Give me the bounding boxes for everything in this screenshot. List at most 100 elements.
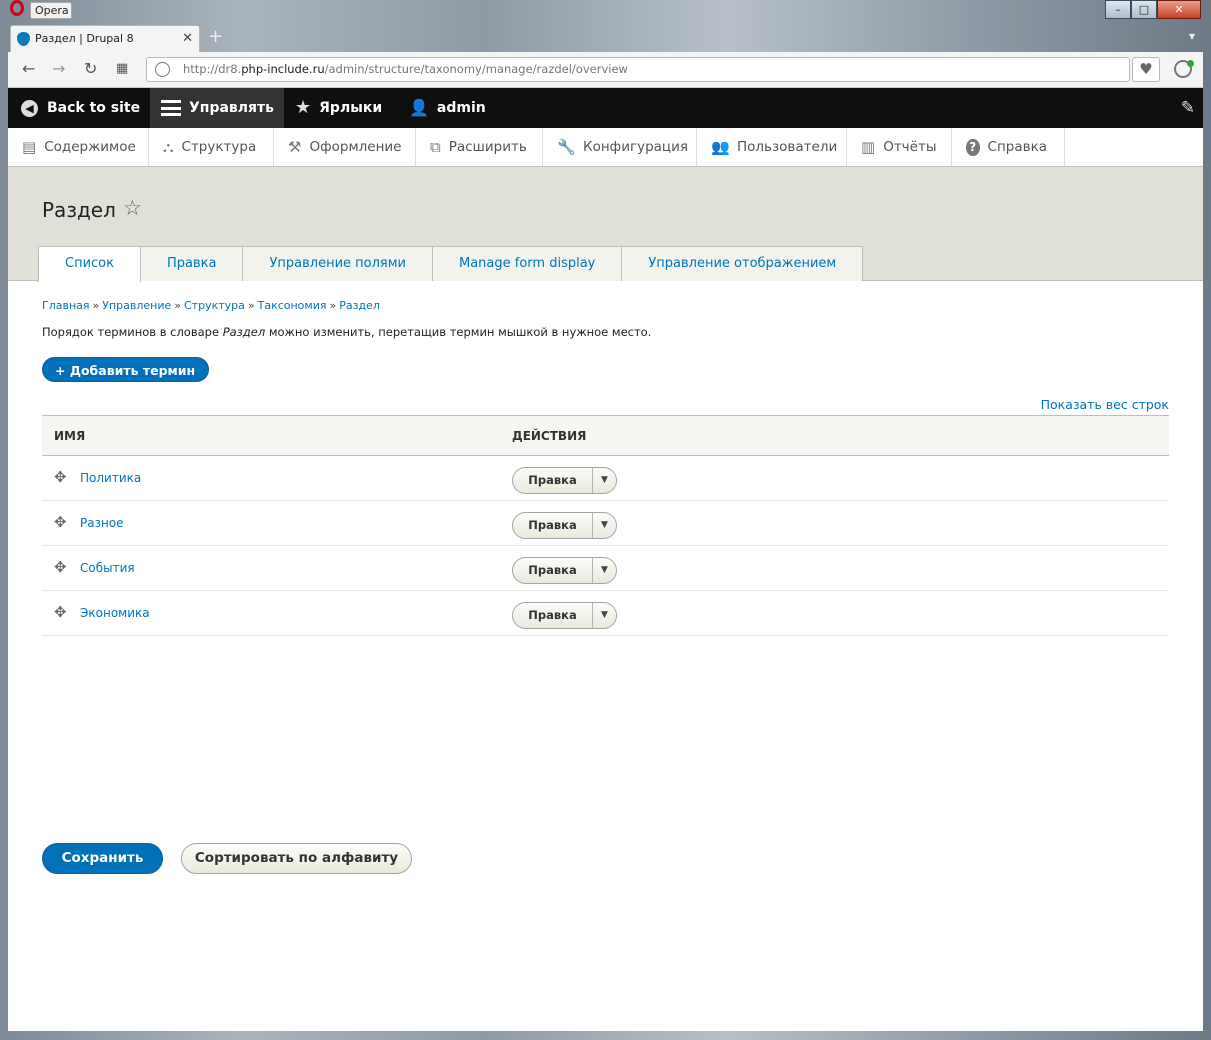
operations-dropbutton: Правка ▼ (512, 557, 617, 584)
table-row: ✥ Разное Правка ▼ (42, 501, 1169, 546)
url-prefix: http://dr8. (183, 62, 242, 76)
tray-item-content[interactable]: ▤ Содержимое (8, 128, 149, 166)
table-row: ✥ Политика Правка ▼ (42, 456, 1169, 501)
structure-icon: ⛬ (163, 138, 174, 156)
tab-edit[interactable]: Правка (140, 246, 244, 281)
sort-alphabetically-button[interactable]: Сортировать по алфавиту (181, 843, 412, 874)
tab-manage-display[interactable]: Управление отображением (622, 246, 864, 281)
tab-strip: Раздел | Drupal 8 ✕ + ▾ (8, 22, 1203, 52)
close-tab-icon[interactable]: ✕ (182, 26, 193, 51)
column-header-actions: ДЕЙСТВИЯ (512, 429, 587, 443)
title-bar: Opera – □ ✕ (0, 0, 1211, 22)
breadcrumb-structure[interactable]: Структура (184, 299, 245, 312)
breadcrumb-separator: » (247, 299, 255, 312)
hamburger-icon (161, 100, 181, 116)
breadcrumb-taxonomy[interactable]: Таксономия (258, 299, 327, 312)
tray-item-reports[interactable]: ▥ Отчёты (847, 128, 952, 166)
drag-handle-icon[interactable]: ✥ (54, 605, 69, 620)
breadcrumb-separator: » (174, 299, 181, 312)
reports-chart-icon: ▥ (861, 138, 876, 156)
back-to-site-link[interactable]: ◀ Back to site (8, 88, 150, 128)
terms-table: ИМЯ ДЕЙСТВИЯ ✥ Политика Правка ▼ ✥ Разное… (42, 415, 1169, 636)
back-to-site-label: Back to site (47, 100, 141, 116)
window-controls: – □ ✕ (1105, 0, 1201, 19)
address-bar[interactable]: http://dr8.php-include.ru/admin/structur… (146, 57, 1130, 82)
drupal-favicon-icon (17, 32, 30, 46)
tray-item-label: Оформление (309, 139, 402, 155)
maximize-button[interactable]: □ (1131, 0, 1157, 19)
page-title: Раздел (42, 198, 116, 222)
edit-term-button[interactable]: Правка (513, 513, 593, 538)
shortcuts-menu-tab[interactable]: ★ Ярлыки (284, 88, 397, 128)
term-link[interactable]: Экономика (80, 606, 150, 620)
user-menu-tab[interactable]: 👤 admin (397, 88, 497, 128)
term-link[interactable]: События (80, 561, 135, 575)
close-window-button[interactable]: ✕ (1157, 0, 1201, 19)
description-text: можно изменить, перетащив термин мышкой … (265, 325, 652, 339)
table-header: ИМЯ ДЕЙСТВИЯ (42, 415, 1169, 456)
dropdown-arrow-icon[interactable]: ▼ (593, 513, 616, 538)
tab-manage-form-display[interactable]: Manage form display (433, 246, 623, 281)
tray-item-appearance[interactable]: ⚒ Оформление (274, 128, 416, 166)
edit-term-button[interactable]: Правка (513, 603, 593, 628)
browser-toolbar: ← → ↻ ▦ http://dr8.php-include.ru/admin/… (8, 52, 1203, 88)
edit-term-button[interactable]: Правка (513, 468, 593, 493)
operations-dropbutton: Правка ▼ (512, 602, 617, 629)
tab-manage-fields[interactable]: Управление полями (243, 246, 433, 281)
browser-tab[interactable]: Раздел | Drupal 8 ✕ (10, 25, 200, 52)
download-status-dot (1187, 60, 1194, 67)
forward-arrow-icon[interactable]: → (52, 60, 65, 78)
reload-icon[interactable]: ↻ (84, 60, 97, 78)
term-link[interactable]: Политика (80, 471, 141, 485)
page-description: Порядок терминов в словаре Раздел можно … (42, 325, 651, 339)
browser-window: Opera – □ ✕ Раздел | Drupal 8 ✕ + ▾ ← → … (0, 0, 1211, 1040)
local-tabs: Список Правка Управление полями Manage f… (38, 246, 864, 282)
tray-item-extend[interactable]: ⧉ Расширить (416, 128, 543, 166)
page-header: Раздел ☆ Список Правка Управление полями… (8, 167, 1203, 282)
breadcrumb-separator: » (329, 299, 337, 312)
speed-dial-grid-icon[interactable]: ▦ (116, 60, 128, 78)
save-button[interactable]: Сохранить (42, 843, 163, 874)
tab-menu-icon[interactable]: ▾ (1189, 29, 1195, 43)
back-circle-icon: ◀ (21, 99, 38, 117)
opera-logo-icon[interactable] (8, 0, 30, 18)
drag-handle-icon[interactable]: ✥ (54, 560, 69, 575)
extend-icon: ⧉ (430, 138, 441, 156)
tray-item-help[interactable]: ? Справка (952, 128, 1065, 166)
shortcut-star-icon[interactable]: ☆ (123, 196, 142, 220)
tray-item-label: Структура (181, 139, 257, 155)
page-viewport: ◀ Back to site Управлять ★ Ярлыки 👤 admi… (8, 88, 1203, 1031)
manage-menu-tab[interactable]: Управлять (150, 88, 284, 128)
site-info-icon[interactable] (155, 62, 170, 77)
term-link[interactable]: Разное (80, 516, 124, 530)
url-path: /admin/structure/taxonomy/manage/razdel/… (324, 62, 628, 76)
heart-icon[interactable]: ♥ (1132, 57, 1160, 82)
drag-handle-icon[interactable]: ✥ (54, 515, 69, 530)
tray-item-people[interactable]: 👥 Пользователи (697, 128, 847, 166)
breadcrumb-vocabulary[interactable]: Раздел (339, 299, 380, 312)
appearance-icon: ⚒ (288, 138, 302, 156)
dropdown-arrow-icon[interactable]: ▼ (593, 603, 616, 628)
new-tab-button[interactable]: + (208, 28, 223, 46)
dropdown-arrow-icon[interactable]: ▼ (593, 558, 616, 583)
star-icon: ★ (295, 97, 312, 118)
back-arrow-icon[interactable]: ← (22, 60, 35, 78)
add-term-button[interactable]: + Добавить термин (42, 357, 210, 382)
tray-item-structure[interactable]: ⛬ Структура (149, 128, 274, 166)
dropdown-arrow-icon[interactable]: ▼ (593, 468, 616, 493)
table-row: ✥ Экономика Правка ▼ (42, 591, 1169, 636)
url-host: php-include.ru (241, 62, 325, 76)
breadcrumb-manage[interactable]: Управление (102, 299, 171, 312)
tab-list[interactable]: Список (38, 246, 141, 282)
minimize-button[interactable]: – (1105, 0, 1131, 19)
description-text: Порядок терминов в словаре (42, 325, 223, 339)
edit-term-button[interactable]: Правка (513, 558, 593, 583)
tray-item-label: Отчёты (883, 139, 937, 155)
show-row-weights-link[interactable]: Показать вес строк (1041, 397, 1169, 412)
edit-pencil-icon[interactable]: ✎ (1181, 88, 1195, 128)
drag-handle-icon[interactable]: ✥ (54, 470, 69, 485)
admin-tray: ▤ Содержимое ⛬ Структура ⚒ Оформление ⧉ Расш… (8, 128, 1203, 167)
tray-item-configuration[interactable]: 🔧 Конфигурация (543, 128, 697, 166)
tray-item-label: Конфигурация (583, 139, 688, 155)
breadcrumb-home[interactable]: Главная (42, 299, 90, 312)
